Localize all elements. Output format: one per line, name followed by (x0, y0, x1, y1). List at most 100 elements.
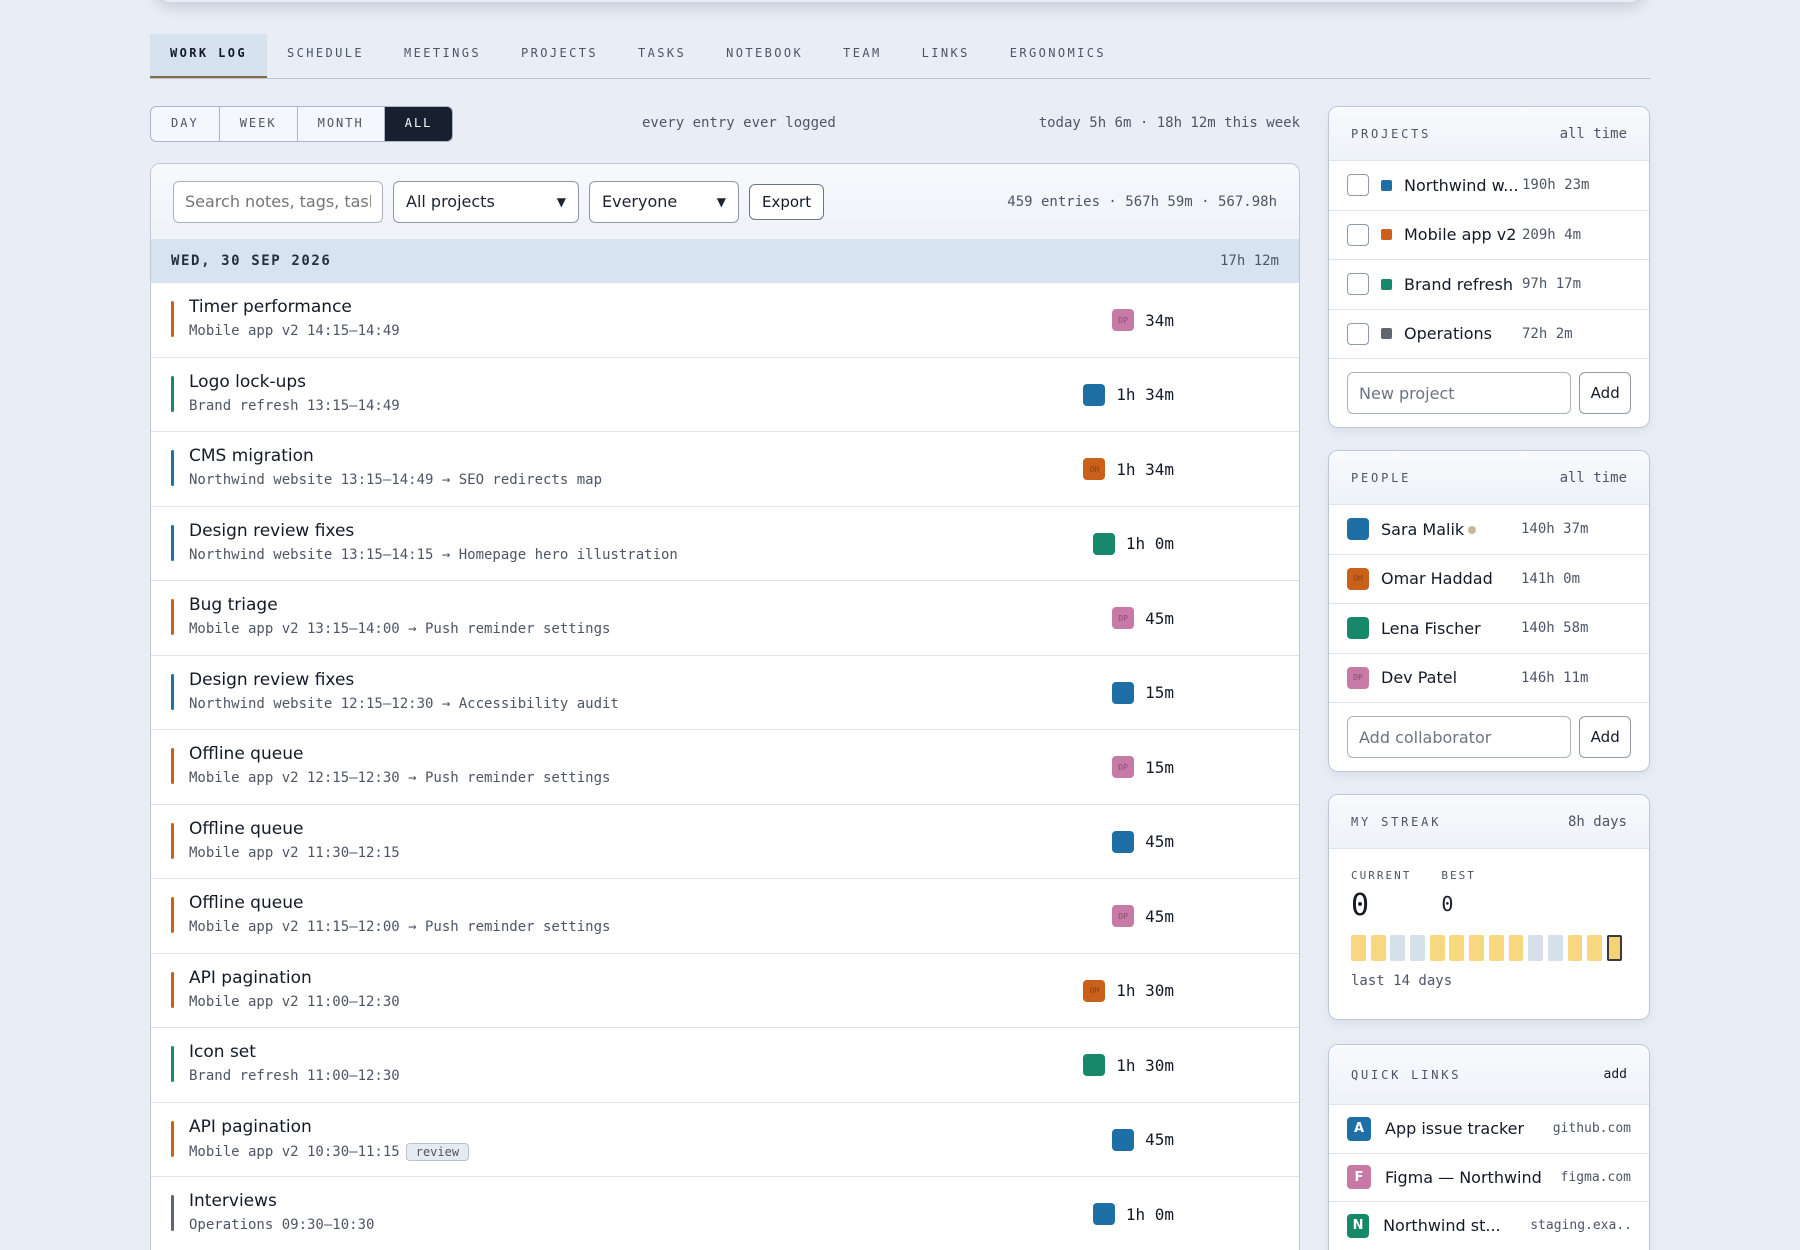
project-color-bar (171, 822, 174, 859)
add-collaborator-input[interactable]: Add collaborator (1347, 716, 1572, 758)
entry-right: 1h 0m (1092, 532, 1174, 555)
streak-day-cell (1567, 935, 1583, 961)
log-entry[interactable]: Interviews Operations 09:30–10:30 1h 0m (151, 1177, 1299, 1250)
new-project-input[interactable]: New project (1347, 372, 1572, 414)
person-name-cell: Lena Fischer (1381, 619, 1521, 638)
entry-right: 45m (1112, 830, 1174, 853)
log-entry[interactable]: Design review fixes Northwind website 13:… (151, 507, 1299, 581)
log-entry[interactable]: Logo lock-ups Brand refresh 13:15–14:49 1h… (151, 358, 1299, 432)
search-input[interactable] (173, 180, 383, 223)
entry-meta: Mobile app v2 10:30–11:15 review (189, 1142, 470, 1161)
project-row[interactable]: Operations 72h 2m (1329, 310, 1649, 359)
project-name: Mobile app v2 (1404, 225, 1517, 245)
log-entry[interactable]: API pagination Mobile app v2 10:30–11:15 r… (151, 1103, 1299, 1177)
entry-duration: 1h 0m (1125, 1204, 1174, 1224)
entry-duration: 45m (1145, 1130, 1174, 1149)
streak-best-label: BEST (1441, 869, 1476, 882)
log-entry[interactable]: Offline queue Mobile app v2 11:15–12:00 →… (151, 879, 1299, 954)
entry-texts: CMS migration Northwind website 13:15–14:… (189, 446, 602, 488)
avatar (1112, 681, 1135, 704)
avatar: DP (1112, 607, 1135, 629)
avatar: DP (1112, 905, 1135, 927)
tab-projects[interactable]: PROJECTS (501, 34, 618, 78)
entry-meta: Mobile app v2 11:15–12:00 → Push reminde… (189, 919, 610, 935)
tab-schedule[interactable]: SCHEDULE (267, 34, 384, 78)
work-log-card: All projects ▼ Everyone ▼ Export 459 ent… (150, 163, 1300, 1250)
people-card: PEOPLE all time Sara Malik 140h 37m OH Omar… (1328, 450, 1650, 772)
log-entry[interactable]: CMS migration Northwind website 13:15–14:… (151, 432, 1299, 507)
person-row[interactable]: Lena Fischer 140h 58m (1329, 604, 1649, 654)
project-checkbox[interactable] (1347, 223, 1369, 246)
project-row[interactable]: Brand refresh 97h 17m (1329, 260, 1649, 310)
streak-best-value: 0 (1441, 892, 1454, 916)
log-entry[interactable]: Design review fixes Northwind website 12:… (151, 656, 1299, 730)
range-month-button[interactable]: MONTH (298, 107, 385, 141)
tab-team[interactable]: TEAM (823, 34, 902, 78)
entry-meta: Brand refresh 13:15–14:49 (189, 398, 400, 414)
tab-work-log[interactable]: WORK LOG (150, 34, 267, 78)
project-row[interactable]: Mobile app v2 209h 4m (1329, 211, 1649, 260)
project-checkbox[interactable] (1347, 174, 1369, 197)
add-project-button[interactable]: Add (1579, 372, 1631, 414)
streak-body: CURRENT 0 BEST 0 last 14 days (1329, 849, 1649, 1009)
entry-duration: 45m (1145, 906, 1174, 926)
entry-right: 15m (1112, 681, 1174, 704)
people-select-value: Everyone (602, 192, 678, 211)
entry-title: Offline queue (189, 818, 304, 839)
quick-links-heading: QUICK LINKS (1351, 1067, 1462, 1082)
log-entry[interactable]: Timer performance Mobile app v2 14:15–14:… (151, 283, 1299, 358)
entry-meta: Brand refresh 11:00–12:30 (189, 1068, 400, 1084)
log-entry[interactable]: Offline queue Mobile app v2 12:15–12:30 →… (151, 730, 1299, 805)
entry-duration: 1h 30m (1116, 981, 1174, 1000)
quick-link[interactable]: N Northwind st... staging.exa... (1329, 1202, 1649, 1250)
new-project-row: New project Add (1329, 359, 1649, 427)
range-week-button[interactable]: WEEK (220, 107, 298, 141)
streak-footer: last 14 days (1351, 973, 1453, 989)
people-select[interactable]: Everyone ▼ (589, 180, 739, 223)
link-domain: staging.exa... (1530, 1218, 1632, 1234)
entry-right: DP 34m (1112, 309, 1174, 331)
avatar (1083, 383, 1106, 406)
quick-link[interactable]: F Figma — Northwind figma.com (1329, 1154, 1649, 1202)
tab-links[interactable]: LINKS (902, 34, 990, 78)
range-day-button[interactable]: DAY (151, 107, 220, 141)
entry-right: 1h 0m (1092, 1203, 1174, 1225)
log-entry[interactable]: Icon set Brand refresh 11:00–12:30 1h 30m (151, 1028, 1299, 1103)
log-entry[interactable]: API pagination Mobile app v2 11:00–12:30 O… (151, 954, 1299, 1028)
entry-meta-text: Mobile app v2 12:15–12:30 → Push reminde… (189, 770, 611, 786)
link-name: App issue tracker (1385, 1119, 1525, 1139)
project-color-dot (1381, 328, 1392, 340)
tab-meetings[interactable]: MEETINGS (384, 34, 501, 78)
export-button[interactable]: Export (749, 183, 825, 220)
range-all-button[interactable]: ALL (384, 107, 453, 141)
log-entry[interactable]: Bug triage Mobile app v2 13:15–14:00 → Pu… (151, 581, 1299, 656)
project-checkbox[interactable] (1347, 322, 1369, 345)
quick-link[interactable]: A App issue tracker github.com (1329, 1105, 1649, 1154)
avatar (1083, 1054, 1106, 1076)
entry-meta: Mobile app v2 12:15–12:30 → Push reminde… (189, 770, 610, 786)
log-entry[interactable]: Offline queue Mobile app v2 11:30–12:15 45… (151, 805, 1299, 879)
tab-ergonomics[interactable]: ERGONOMICS (990, 34, 1126, 78)
entry-meta: Northwind website 13:15–14:49 → SEO redi… (189, 472, 602, 488)
tab-tasks[interactable]: TASKS (618, 34, 706, 78)
entry-duration: 45m (1145, 608, 1174, 628)
add-collaborator-button[interactable]: Add (1579, 716, 1631, 758)
person-row[interactable]: DP Dev Patel 146h 11m (1329, 654, 1649, 703)
streak-day-cell (1351, 935, 1366, 961)
streak-day-cell (1488, 935, 1504, 961)
entry-meta: Mobile app v2 14:15–14:49 (189, 323, 400, 339)
project-checkbox[interactable] (1347, 273, 1369, 296)
entry-meta: Operations 09:30–10:30 (189, 1217, 374, 1233)
project-select[interactable]: All projects ▼ (393, 180, 579, 223)
streak-day-cell (1606, 935, 1623, 961)
main-nav: WORK LOG SCHEDULE MEETINGS PROJECTS TASK… (150, 34, 1650, 79)
project-color-bar (171, 1195, 174, 1231)
person-row[interactable]: OH Omar Haddad 141h 0m (1329, 555, 1649, 604)
avatar (1347, 617, 1369, 640)
entry-tag[interactable]: review (405, 1142, 470, 1161)
tab-notebook[interactable]: NOTEBOOK (706, 34, 823, 78)
person-row[interactable]: Sara Malik 140h 37m (1329, 505, 1649, 555)
project-row[interactable]: Northwind w... 190h 23m (1329, 161, 1649, 211)
add-link-button[interactable]: add (1604, 1067, 1627, 1082)
add-collaborator-row: Add collaborator Add (1329, 703, 1649, 771)
